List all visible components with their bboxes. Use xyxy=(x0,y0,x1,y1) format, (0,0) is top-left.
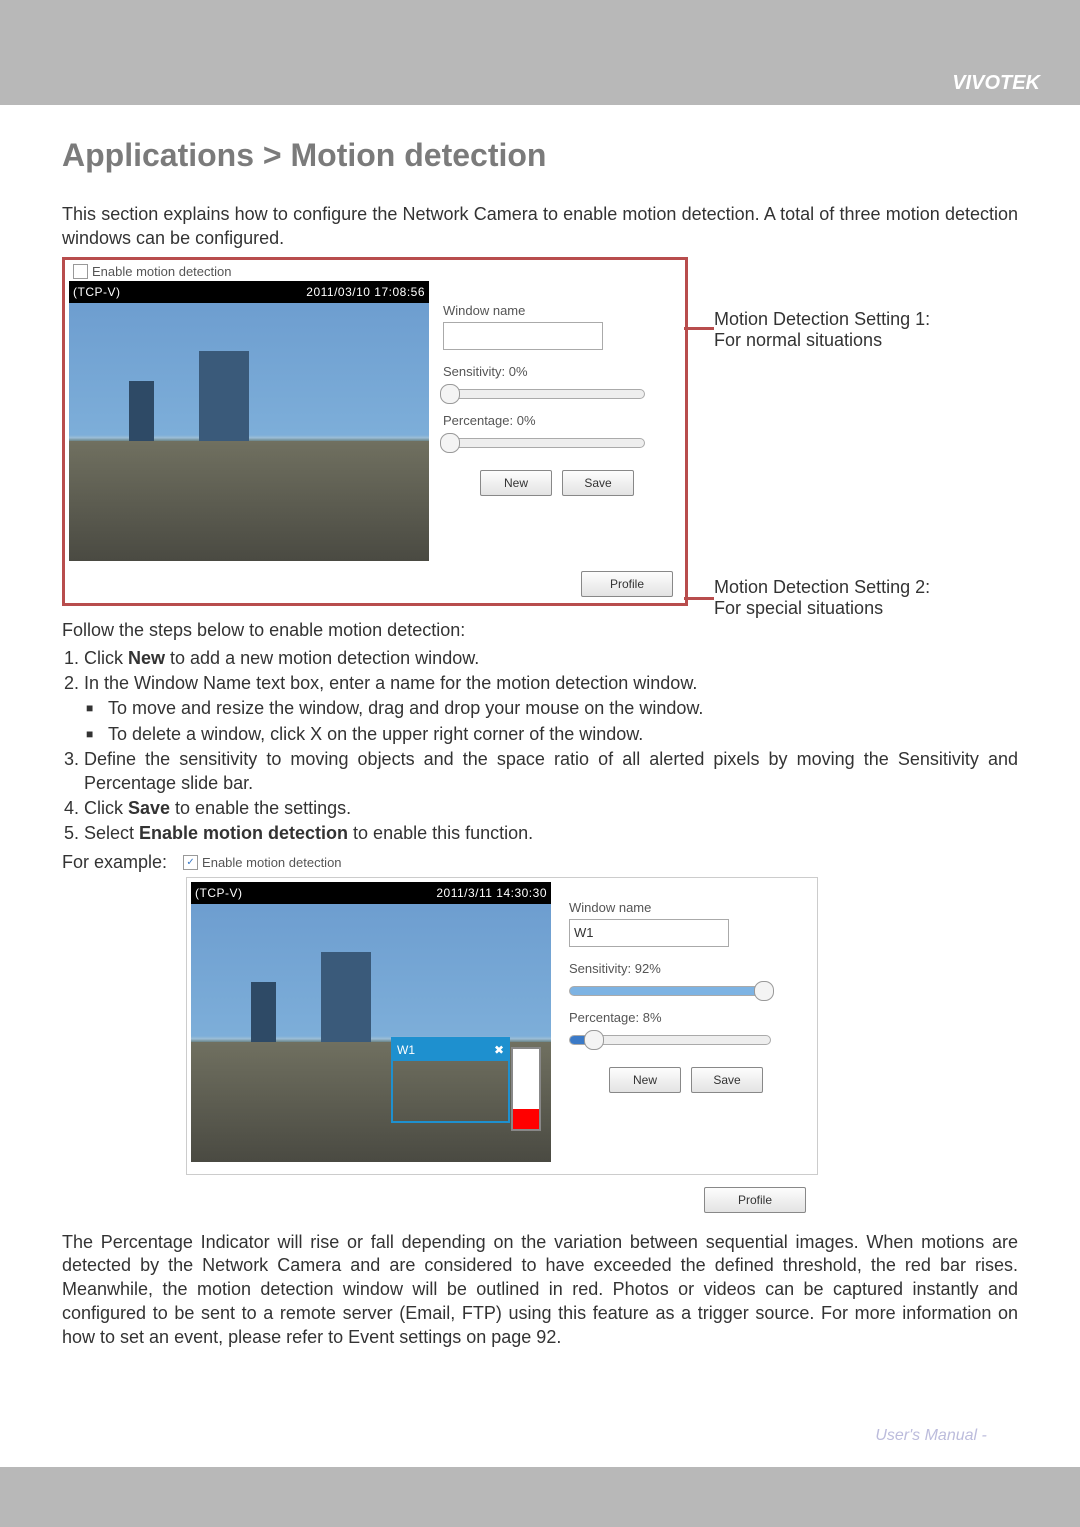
leader-line-2 xyxy=(684,597,714,600)
camera-preview-2[interactable]: (TCP-V) 2011/3/11 14:30:30 W1 ✖ xyxy=(191,882,551,1162)
header: VIVOTEK xyxy=(0,0,1080,105)
annotation-setting1-line2: For normal situations xyxy=(714,330,930,352)
page-number: 105 xyxy=(991,1427,1018,1444)
percentage-label-1: Percentage: 0% xyxy=(443,413,671,428)
sensitivity-label-1: Sensitivity: 0% xyxy=(443,364,671,379)
step-1: Click New to add a new motion detection … xyxy=(84,647,1018,670)
new-button-1[interactable]: New xyxy=(480,470,552,496)
motion-window-close-icon[interactable]: ✖ xyxy=(494,1043,504,1057)
camera-timestamp-1: 2011/03/10 17:08:56 xyxy=(306,285,425,299)
enable-motion-label-1: Enable motion detection xyxy=(92,264,231,279)
percentage-slider-1[interactable] xyxy=(443,438,645,448)
step-2: In the Window Name text box, enter a nam… xyxy=(84,672,1018,746)
explanation-paragraph: The Percentage Indicator will rise or fa… xyxy=(62,1231,1018,1350)
step-5: Select Enable motion detection to enable… xyxy=(84,822,1018,845)
annotation-setting1-line1: Motion Detection Setting 1: xyxy=(714,309,930,331)
footer-label: User's Manual - xyxy=(875,1427,991,1444)
percentage-indicator xyxy=(511,1047,541,1131)
step-3: Define the sensitivity to moving objects… xyxy=(84,748,1018,795)
sensitivity-slider-1[interactable] xyxy=(443,389,645,399)
window-name-label-2: Window name xyxy=(569,900,803,915)
camera-label-1: (TCP-V) xyxy=(73,285,121,299)
for-example-label: For example: xyxy=(62,852,167,873)
window-name-input-1[interactable] xyxy=(443,322,603,350)
step-2-sub-2: To delete a window, click X on the upper… xyxy=(108,723,1018,746)
camera-label-2: (TCP-V) xyxy=(195,886,243,900)
motion-window-title: W1 xyxy=(397,1043,415,1057)
profile-button-2[interactable]: Profile xyxy=(704,1187,806,1213)
footer: User's Manual - 105 xyxy=(875,1427,1018,1445)
sensitivity-slider-2[interactable] xyxy=(569,986,771,996)
enable-motion-label-example: Enable motion detection xyxy=(202,855,341,870)
camera-timestamp-2: 2011/3/11 14:30:30 xyxy=(436,886,547,900)
camera-preview-1[interactable]: (TCP-V) 2011/03/10 17:08:56 xyxy=(69,281,429,561)
steps-list: Click New to add a new motion detection … xyxy=(62,647,1018,846)
page-title: Applications > Motion detection xyxy=(62,137,1018,174)
step-4: Click Save to enable the settings. xyxy=(84,797,1018,820)
profile-button-1[interactable]: Profile xyxy=(581,571,673,597)
motion-detection-panel-1: Enable motion detection (TCP-V) 2011/03/… xyxy=(62,257,688,606)
annotation-setting2-line2: For special situations xyxy=(714,598,930,620)
annotation-setting2-line1: Motion Detection Setting 2: xyxy=(714,577,930,599)
enable-motion-checkbox-example[interactable]: ✓ xyxy=(183,855,198,870)
motion-window-w1[interactable]: W1 ✖ xyxy=(391,1037,510,1123)
leader-line-1 xyxy=(684,327,714,330)
window-name-label-1: Window name xyxy=(443,303,671,318)
percentage-slider-2[interactable] xyxy=(569,1035,771,1045)
intro-text: This section explains how to configure t… xyxy=(62,202,1018,251)
enable-motion-checkbox-1[interactable] xyxy=(73,264,88,279)
sensitivity-label-2: Sensitivity: 92% xyxy=(569,961,803,976)
step-2-sub-1: To move and resize the window, drag and … xyxy=(108,697,1018,720)
window-name-input-2[interactable] xyxy=(569,919,729,947)
new-button-2[interactable]: New xyxy=(609,1067,681,1093)
save-button-1[interactable]: Save xyxy=(562,470,634,496)
follow-steps-label: Follow the steps below to enable motion … xyxy=(62,620,1018,641)
percentage-label-2: Percentage: 8% xyxy=(569,1010,803,1025)
brand-label: VIVOTEK xyxy=(952,72,1040,95)
save-button-2[interactable]: Save xyxy=(691,1067,763,1093)
